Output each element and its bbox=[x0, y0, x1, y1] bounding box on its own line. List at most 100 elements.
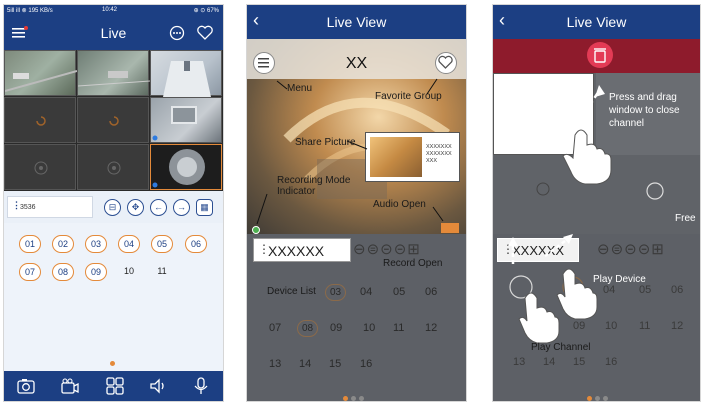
annotation-audio: Audio Open bbox=[373, 199, 426, 210]
channel-15[interactable]: 15 bbox=[329, 358, 341, 370]
channel-13[interactable]: 13 bbox=[513, 356, 525, 368]
channel-16[interactable]: 16 bbox=[360, 358, 372, 370]
channel-panel: ⋮ XXXXXX ⊖⊜⊝⊝⊞ Play Device 04 05 06 09 1… bbox=[493, 234, 700, 401]
device-chip-label: XXXXXX bbox=[268, 243, 325, 259]
share-picture-preview[interactable]: XXXXXXX XXXXXXX XXX bbox=[365, 132, 460, 182]
camera-cell[interactable] bbox=[4, 97, 76, 143]
phone-live: 5ill ill ⊗ 195 KB/s 10:42 ⊕ ⊙ 67% Live ⋮… bbox=[3, 4, 224, 402]
annotation-share: Share Picture bbox=[295, 137, 356, 148]
more-icon[interactable] bbox=[169, 25, 185, 41]
ptz-icon[interactable]: ✥ bbox=[127, 199, 144, 216]
device-selector[interactable]: ⋮ XXXXXX bbox=[253, 238, 351, 262]
channel-09[interactable]: 09 bbox=[573, 320, 585, 332]
loading-icon bbox=[109, 116, 119, 126]
channel-02[interactable]: 02 bbox=[52, 235, 74, 253]
share-text: XXXXXXX XXXXXXX XXX bbox=[426, 144, 452, 164]
channel-03[interactable]: 03 bbox=[325, 284, 346, 301]
device-toolbar: ⋮ 3536 ⊟ ✥ ← → ▦ bbox=[4, 191, 223, 223]
favorite-button[interactable] bbox=[435, 52, 457, 74]
page-indicator bbox=[587, 396, 592, 401]
device-selector[interactable]: ⋮ 3536 bbox=[7, 196, 93, 218]
channel-13[interactable]: 13 bbox=[269, 358, 281, 370]
channel-05[interactable]: 05 bbox=[393, 286, 405, 298]
nav-bar: ‹ Live View bbox=[493, 5, 700, 39]
annotation-menu: Menu bbox=[287, 83, 313, 94]
layout-icon[interactable] bbox=[105, 377, 125, 395]
camera-cell[interactable] bbox=[77, 50, 151, 96]
channel-08[interactable]: 08 bbox=[52, 263, 74, 281]
snapshot-icon[interactable] bbox=[16, 377, 36, 395]
page-indicator bbox=[603, 396, 608, 401]
delete-zone[interactable] bbox=[493, 39, 700, 73]
camera-feed-fisheye bbox=[152, 149, 205, 188]
channel-10[interactable]: 10 bbox=[118, 263, 140, 281]
channel-panel: ⋮ XXXXXX ⊖⊜⊝⊝⊞ Record Open Device List 0… bbox=[247, 234, 466, 401]
gesture-illustration bbox=[508, 234, 598, 344]
channel-16[interactable]: 16 bbox=[605, 356, 617, 368]
camera-cell-selected[interactable] bbox=[150, 144, 222, 190]
record-icon[interactable] bbox=[60, 377, 80, 395]
channel-04[interactable]: 04 bbox=[360, 286, 372, 298]
channel-08[interactable]: 08 bbox=[297, 320, 318, 337]
channel-01[interactable]: 01 bbox=[19, 235, 41, 253]
audio-indicator[interactable] bbox=[441, 223, 459, 233]
camera-grid bbox=[4, 50, 223, 191]
channel-05[interactable]: 05 bbox=[151, 235, 173, 253]
gesture-illustration bbox=[536, 85, 664, 200]
page-title: Live View bbox=[566, 14, 627, 30]
channel-10[interactable]: 10 bbox=[363, 322, 375, 334]
channel-10[interactable]: 10 bbox=[605, 320, 617, 332]
grid-icon[interactable]: ▦ bbox=[196, 199, 213, 216]
camera-cell[interactable] bbox=[150, 97, 222, 143]
empty-channel-icon bbox=[107, 161, 121, 175]
channel-09[interactable]: 09 bbox=[330, 322, 342, 334]
next-icon[interactable]: → bbox=[173, 199, 190, 216]
nav-bar: Live bbox=[4, 16, 223, 50]
annotation-free: Free bbox=[675, 213, 696, 224]
status-battery: ⊕ ⊙ 67% bbox=[193, 8, 219, 14]
drag-handle-icon: ⋮ bbox=[12, 200, 21, 210]
channel-06[interactable]: 06 bbox=[671, 284, 683, 296]
channel-11[interactable]: 11 bbox=[639, 320, 650, 332]
page-indicator bbox=[359, 396, 364, 401]
camera-cell[interactable] bbox=[77, 97, 149, 143]
camera-cell[interactable] bbox=[150, 50, 222, 97]
annotation-favorite: Favorite Group bbox=[375, 91, 442, 102]
channel-06[interactable]: 06 bbox=[185, 235, 207, 253]
loading-icon bbox=[36, 116, 46, 126]
screen-layout-icon[interactable]: ⊟ bbox=[104, 199, 121, 216]
page-title: Live View bbox=[326, 14, 387, 30]
channel-05[interactable]: 05 bbox=[639, 284, 651, 296]
channel-07[interactable]: 07 bbox=[269, 322, 281, 334]
channel-14[interactable]: 14 bbox=[543, 356, 555, 368]
channel-11[interactable]: 11 bbox=[151, 263, 173, 281]
channel-12[interactable]: 12 bbox=[671, 320, 683, 332]
channel-11[interactable]: 11 bbox=[393, 322, 404, 334]
camera-cell[interactable] bbox=[77, 144, 149, 190]
page-indicator bbox=[595, 396, 600, 401]
channel-04[interactable]: 04 bbox=[603, 284, 615, 296]
channel-09[interactable]: 09 bbox=[85, 263, 107, 281]
channel-15[interactable]: 15 bbox=[573, 356, 585, 368]
channel-03[interactable]: 03 bbox=[85, 235, 107, 253]
annotation-record: Record Open bbox=[383, 258, 443, 269]
audio-icon[interactable] bbox=[148, 377, 168, 395]
channel-07[interactable]: 07 bbox=[19, 263, 41, 281]
previous-icon[interactable]: ← bbox=[150, 199, 167, 216]
control-icons[interactable]: ⊖⊜⊝⊝⊞ bbox=[353, 240, 421, 258]
camera-feed-corridor bbox=[163, 61, 211, 97]
channel-14[interactable]: 14 bbox=[299, 358, 311, 370]
annotation-device-list: Device List bbox=[267, 286, 316, 297]
camera-cell[interactable] bbox=[4, 144, 76, 190]
trash-icon bbox=[587, 42, 613, 68]
channel-04[interactable]: 04 bbox=[118, 235, 140, 253]
talk-icon[interactable] bbox=[191, 377, 211, 395]
channel-12[interactable]: 12 bbox=[425, 322, 437, 334]
channel-06[interactable]: 06 bbox=[425, 286, 437, 298]
recording-mode-indicator bbox=[252, 226, 260, 234]
camera-view: XX Menu Favorite Group Share Picture XXX… bbox=[247, 39, 466, 234]
page-indicator bbox=[343, 396, 348, 401]
favorite-icon[interactable] bbox=[196, 25, 214, 41]
camera-grid-dim: Press and drag window to close channel F… bbox=[493, 73, 700, 234]
camera-cell[interactable] bbox=[4, 50, 78, 96]
